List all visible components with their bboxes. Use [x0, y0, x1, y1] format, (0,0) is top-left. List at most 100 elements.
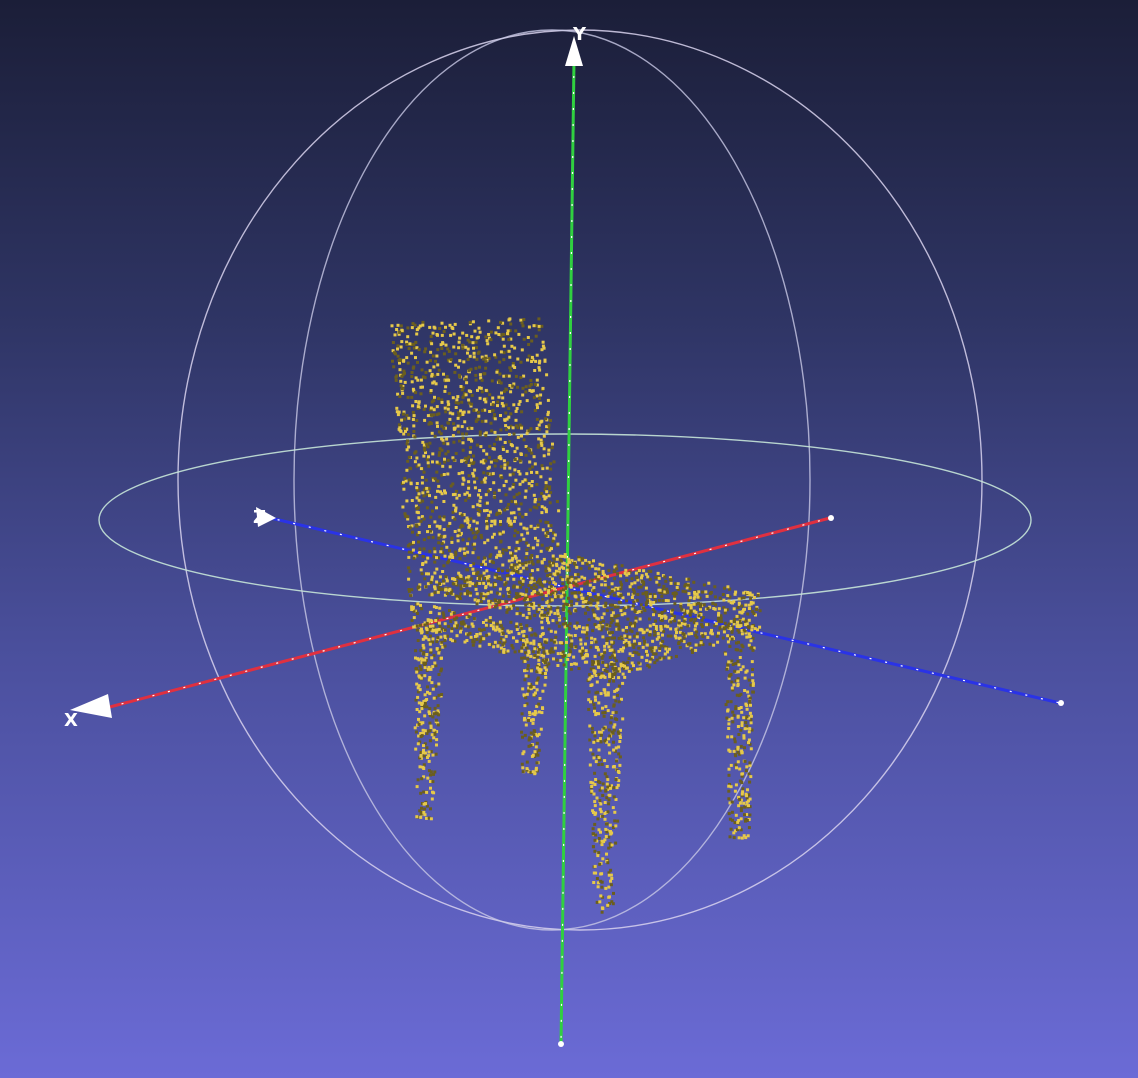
point-1776 [499, 577, 503, 581]
point-1144 [508, 317, 512, 321]
point-1085 [503, 466, 507, 470]
point-137 [431, 460, 434, 464]
point-2711 [621, 649, 625, 653]
point-2619 [648, 660, 652, 664]
point-3467 [602, 688, 606, 692]
point-2902 [415, 815, 419, 819]
point-1473 [696, 595, 700, 599]
point-1287 [472, 460, 476, 464]
point-1084 [473, 329, 477, 333]
point-3567 [596, 690, 599, 694]
point-3746 [748, 711, 752, 715]
point-1255 [487, 456, 491, 460]
point-1880 [560, 565, 564, 569]
point-1401 [687, 592, 691, 596]
point-2829 [666, 634, 670, 638]
point-297 [424, 560, 428, 564]
point-2722 [700, 623, 704, 627]
point-1168 [507, 338, 511, 342]
point-452 [498, 511, 502, 515]
point-2860 [418, 664, 422, 668]
point-2129 [704, 590, 708, 594]
point-275 [415, 419, 419, 422]
point-1219 [442, 473, 446, 476]
point-507 [480, 390, 484, 394]
point-346 [531, 546, 535, 550]
point-1925 [491, 601, 495, 605]
point-2627 [714, 622, 718, 626]
point-2178 [547, 604, 551, 608]
point-3808 [744, 702, 748, 706]
point-3432 [607, 873, 611, 877]
point-154 [466, 351, 469, 355]
point-1018 [432, 408, 436, 412]
point-2847 [712, 643, 716, 647]
point-907 [433, 571, 437, 575]
point-3068 [432, 728, 436, 732]
point-1848 [601, 635, 605, 639]
point-2631 [717, 607, 721, 611]
point-1301 [459, 584, 463, 588]
point-768 [530, 355, 534, 359]
point-15 [490, 429, 494, 433]
point-1579 [584, 558, 588, 562]
point-3219 [537, 748, 541, 752]
point-1986 [479, 592, 483, 596]
point-1964 [537, 607, 541, 611]
point-1196 [460, 471, 464, 475]
point-536 [492, 532, 496, 536]
point-3485 [600, 786, 604, 790]
point-131 [505, 449, 509, 453]
point-2478 [504, 634, 508, 638]
point-1026 [419, 467, 423, 471]
point-2908 [437, 693, 441, 697]
point-2496 [561, 650, 565, 654]
point-2658 [690, 648, 694, 652]
point-101 [483, 541, 487, 545]
point-3574 [608, 675, 612, 679]
point-1076 [507, 517, 511, 521]
3d-viewport[interactable]: Y X Z [0, 0, 1138, 1078]
point-185 [458, 556, 462, 560]
point-1740 [709, 591, 713, 594]
point-3018 [430, 733, 434, 737]
point-2864 [423, 714, 427, 718]
point-2518 [447, 624, 451, 628]
point-1229 [435, 333, 439, 336]
point-3796 [737, 826, 741, 830]
point-3437 [589, 780, 593, 784]
point-2167 [567, 596, 570, 600]
point-460 [458, 548, 462, 552]
point-2137 [579, 567, 583, 571]
point-2109 [466, 592, 469, 596]
point-2526 [585, 636, 589, 640]
point-917 [525, 552, 529, 556]
point-2111 [684, 583, 688, 587]
point-3770 [747, 730, 751, 734]
point-971 [394, 375, 398, 379]
point-2410 [515, 639, 519, 643]
point-3206 [541, 689, 545, 693]
point-755 [436, 363, 440, 367]
point-1269 [474, 535, 477, 539]
point-1102 [413, 460, 417, 464]
point-1945 [440, 587, 444, 591]
point-1070 [520, 533, 524, 537]
point-2818 [694, 617, 697, 621]
point-2934 [434, 664, 438, 668]
point-564 [432, 365, 436, 369]
point-1492 [642, 569, 646, 573]
point-633 [512, 403, 516, 407]
point-563 [537, 324, 541, 328]
point-2838 [641, 631, 645, 635]
point-2093 [424, 585, 428, 589]
scene-canvas[interactable]: Y X Z [0, 0, 1138, 1078]
point-2827 [738, 610, 742, 614]
chair-point-cloud[interactable] [390, 317, 762, 914]
point-3129 [523, 678, 527, 682]
point-3411 [613, 671, 617, 675]
point-3483 [603, 759, 607, 763]
point-1968 [508, 591, 512, 594]
point-3814 [745, 724, 749, 728]
point-1300 [591, 608, 595, 612]
